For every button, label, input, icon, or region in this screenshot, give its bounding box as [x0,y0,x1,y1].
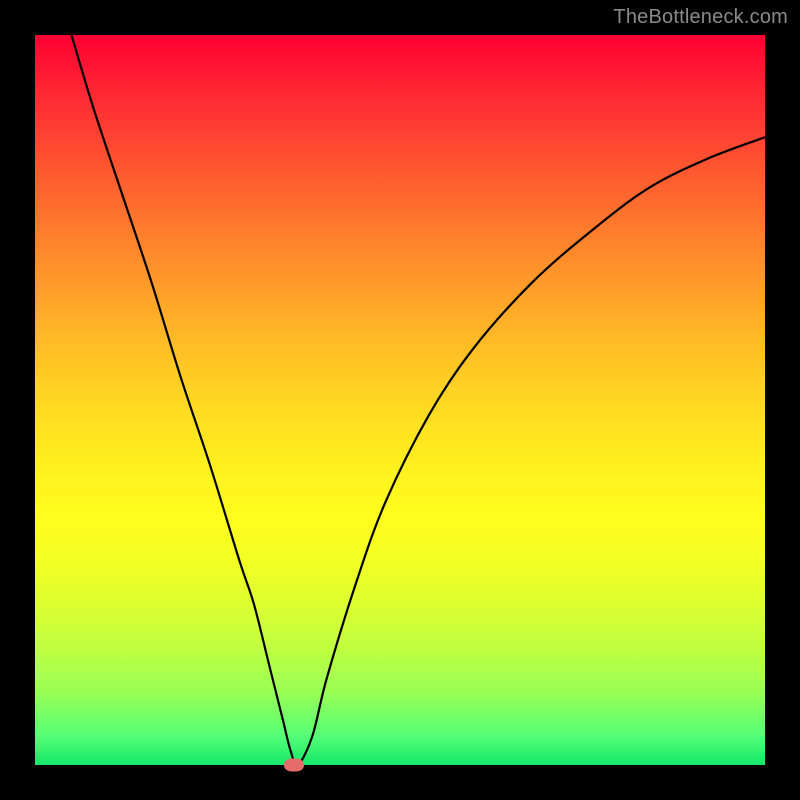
plot-area [35,35,765,765]
watermark-text: TheBottleneck.com [613,6,788,29]
curve-svg [35,35,765,765]
bottleneck-curve [72,35,766,765]
chart-frame: TheBottleneck.com [0,0,800,800]
optimum-marker [284,759,304,772]
